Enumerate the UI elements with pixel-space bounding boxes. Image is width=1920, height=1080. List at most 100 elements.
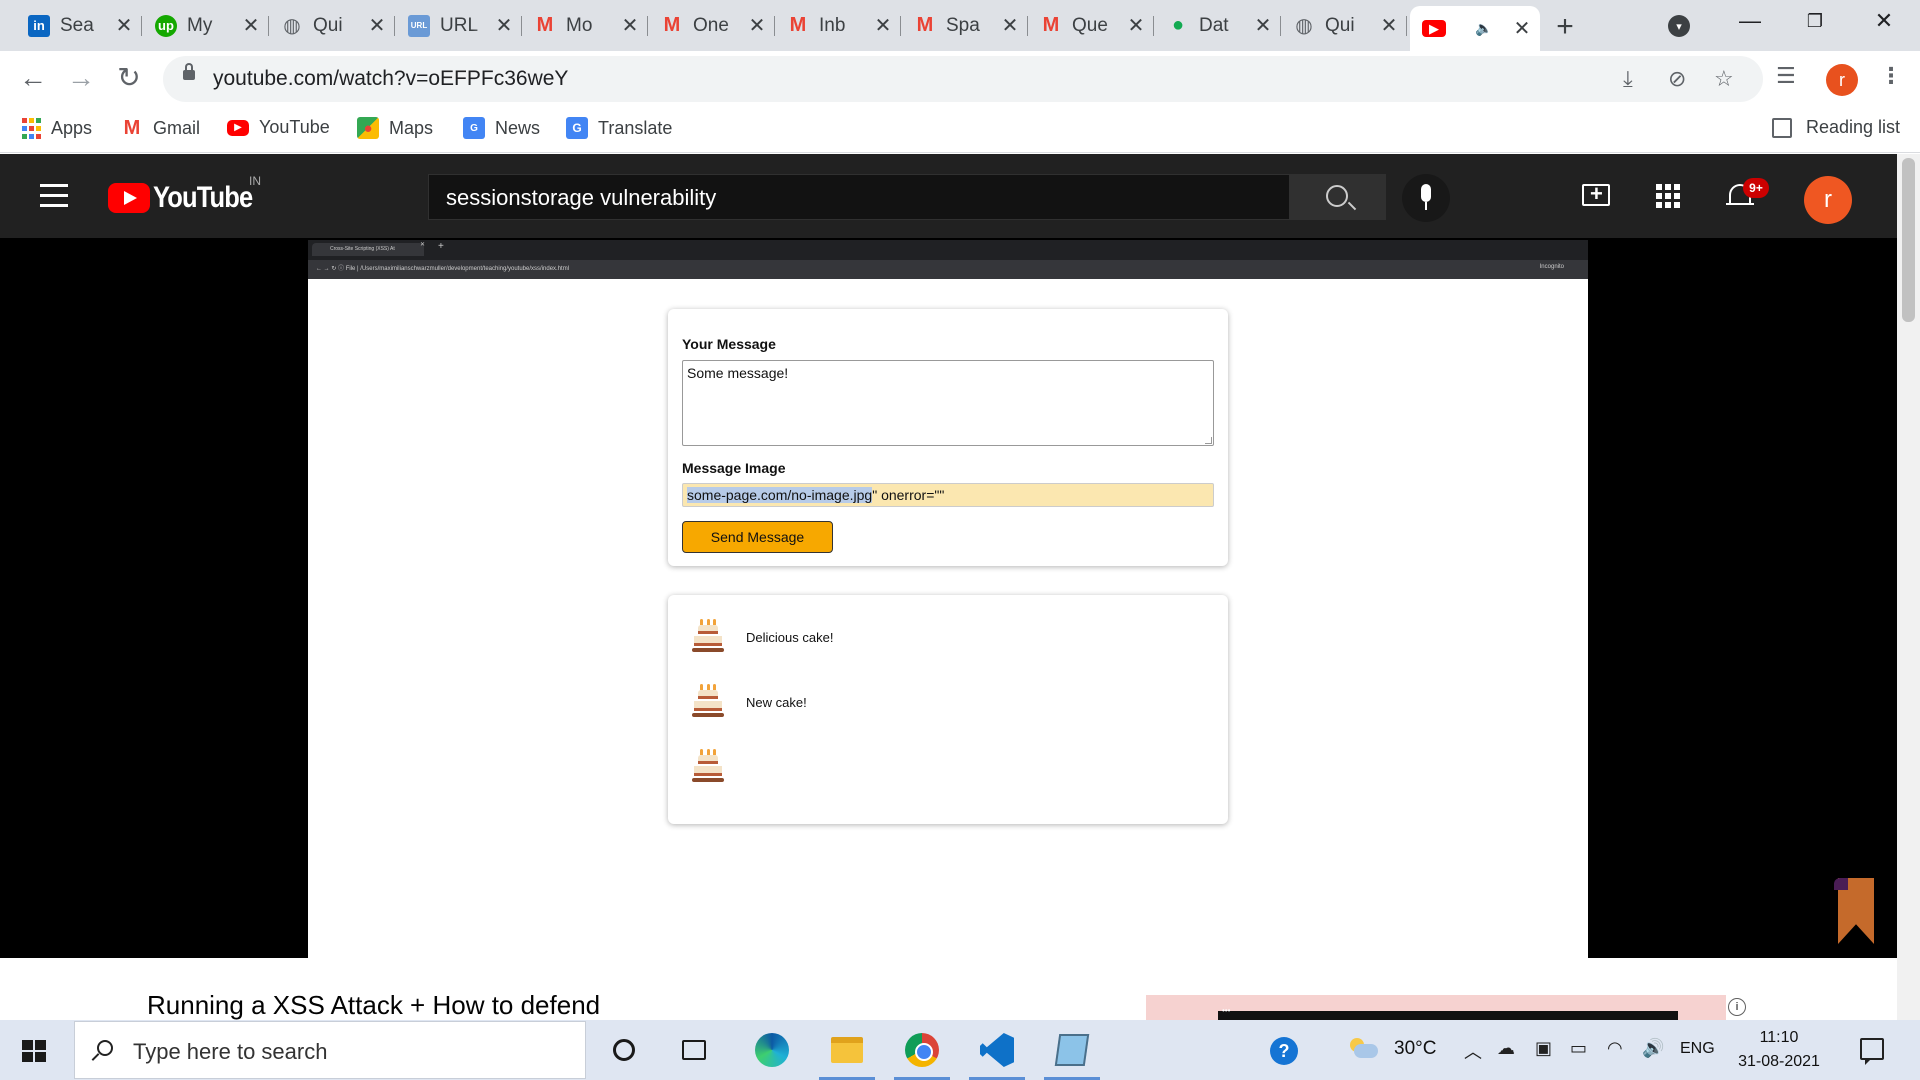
close-tab-icon[interactable]: ✕ [620, 13, 640, 38]
inner-address-bar: ← → ↻ ⓘ File | /Users/maximilianschwarzm… [308, 260, 1588, 279]
show-hidden-icons-icon[interactable]: ︿ [1464, 1038, 1482, 1064]
reading-list-label: Reading list [1806, 117, 1901, 137]
voice-search-icon[interactable] [1402, 174, 1450, 222]
tab-title: One [693, 14, 729, 36]
reload-button[interactable]: ↻ [112, 63, 146, 93]
close-tab-icon[interactable]: ✕ [1512, 16, 1532, 41]
profile-avatar[interactable]: r [1826, 64, 1858, 96]
info-icon[interactable]: i [1728, 998, 1746, 1016]
close-tab-icon[interactable]: ✕ [241, 13, 261, 38]
file-explorer-icon[interactable] [819, 1030, 875, 1080]
browser-tab[interactable]: URL URL ✕ [396, 8, 522, 43]
gmail-icon: M [663, 14, 681, 36]
bookmark-apps[interactable]: Apps [22, 117, 92, 139]
speaker-icon[interactable]: 🔈 [1456, 20, 1512, 37]
weather-icon[interactable] [1348, 1038, 1378, 1060]
scrollbar-thumb[interactable] [1902, 158, 1915, 322]
browser-tab[interactable]: in Sea ✕ [16, 8, 142, 43]
tab-title: Inb [819, 14, 846, 36]
message-item [692, 747, 1192, 787]
browser-tab[interactable]: M Que ✕ [1028, 8, 1154, 43]
close-tab-icon[interactable]: ✕ [114, 13, 134, 38]
taskbar-search-input[interactable]: Type here to search [74, 1021, 586, 1079]
recommended-video-thumbnail[interactable]: ••• [1146, 995, 1726, 1021]
vscode-icon[interactable] [969, 1030, 1025, 1080]
reading-list-button[interactable]: Reading list [1772, 117, 1900, 138]
bookmark-star-icon[interactable]: ☆ [1714, 66, 1734, 92]
send-message-button: Send Message [682, 521, 833, 553]
youtube-play-icon [108, 183, 150, 213]
minimize-icon[interactable]: — [1730, 8, 1770, 34]
media-control-icon[interactable]: ☰ [1776, 63, 1796, 89]
bookmark-label: YouTube [259, 117, 330, 137]
tracking-eye-icon[interactable]: ⊘ [1668, 66, 1686, 92]
meet-now-icon[interactable]: ▣ [1535, 1038, 1552, 1059]
action-center-icon[interactable] [1860, 1038, 1884, 1065]
restore-icon[interactable]: ❐ [1795, 11, 1835, 32]
browser-tab[interactable]: ● Dat ✕ [1155, 8, 1281, 43]
account-avatar[interactable]: r [1804, 176, 1852, 224]
cortana-icon[interactable] [604, 1030, 644, 1070]
address-bar[interactable]: youtube.com/watch?v=oEFPFc36weY ⤓ ⊘ ☆ [163, 56, 1763, 102]
close-tab-icon[interactable]: ✕ [747, 13, 767, 38]
search-query: sessionstorage vulnerability [446, 185, 717, 210]
tab-search-icon[interactable]: ▾ [1668, 15, 1690, 37]
browser-tab[interactable]: ◍ Qui ✕ [1281, 8, 1407, 43]
browser-tab[interactable]: ◍ Qui ✕ [269, 8, 395, 43]
upwork-icon: up [155, 14, 177, 37]
gmail-icon: M [123, 116, 141, 139]
browser-tab[interactable]: M Mo ✕ [522, 8, 648, 43]
notepad-icon[interactable] [1044, 1030, 1100, 1080]
close-tab-icon[interactable]: ✕ [1379, 13, 1399, 38]
language-indicator[interactable]: ENG [1680, 1040, 1715, 1058]
edge-icon[interactable] [752, 1030, 792, 1070]
task-view-icon[interactable] [674, 1030, 714, 1070]
back-button[interactable]: ← [16, 63, 50, 93]
youtube-apps-icon[interactable] [1656, 184, 1680, 208]
menu-icon[interactable] [40, 184, 68, 214]
close-tab-icon[interactable]: ✕ [1126, 13, 1146, 38]
search-icon [97, 1040, 113, 1056]
close-window-icon[interactable]: ✕ [1864, 8, 1904, 34]
help-icon[interactable]: ? [1270, 1037, 1298, 1065]
cake-icon [692, 619, 724, 655]
tab-youtube-active[interactable]: ▶ 🔈 ✕ [1410, 6, 1540, 51]
bookmark-maps[interactable]: ● Maps [357, 117, 433, 139]
bookmark-label: Apps [51, 117, 93, 138]
browser-tab[interactable]: M Inb ✕ [775, 8, 901, 43]
close-tab-icon[interactable]: ✕ [1000, 13, 1020, 38]
browser-tab[interactable]: M Spa ✕ [902, 8, 1028, 43]
onedrive-cloud-icon[interactable]: ☁ [1497, 1038, 1515, 1059]
clock[interactable]: 11:10 31-08-2021 [1732, 1026, 1826, 1074]
bookmark-translate[interactable]: G Translate [566, 117, 672, 139]
browser-tab[interactable]: M One ✕ [649, 8, 775, 43]
battery-icon[interactable]: ▭ [1570, 1038, 1587, 1059]
windows-start-icon[interactable] [22, 1040, 46, 1062]
channel-watermark-icon[interactable] [1834, 878, 1874, 944]
page-scrollbar[interactable] [1897, 154, 1920, 1020]
image-url-selected: some-page.com/no-image.jpg [687, 487, 873, 503]
bookmark-gmail[interactable]: M Gmail [121, 117, 200, 139]
temperature[interactable]: 30°C [1394, 1038, 1436, 1060]
create-video-icon[interactable] [1582, 181, 1610, 207]
chrome-menu-icon[interactable]: ⋮ [1880, 63, 1902, 89]
bookmark-news[interactable]: G News [463, 117, 540, 139]
close-tab-icon[interactable]: ✕ [367, 13, 387, 38]
video-player[interactable]: Cross-Site Scripting (XSS) At ✕ + ← → ↻ … [0, 238, 1897, 958]
forward-button[interactable]: → [64, 63, 98, 93]
wifi-icon[interactable]: ◠ [1607, 1038, 1623, 1059]
volume-icon[interactable]: 🔊 [1642, 1038, 1664, 1059]
browser-tab-strip: in Sea ✕ up My ✕ ◍ Qui ✕ URL URL ✕ M Mo ✕ M One ✕ M Inb ✕ M Sp… [0, 0, 1920, 51]
bookmark-youtube[interactable]: ▶ YouTube [227, 117, 330, 138]
lock-icon[interactable] [183, 63, 195, 80]
close-tab-icon[interactable]: ✕ [1253, 13, 1273, 38]
close-tab-icon[interactable]: ✕ [873, 13, 893, 38]
install-app-icon[interactable]: ⤓ [1623, 66, 1633, 92]
chrome-icon[interactable] [894, 1030, 950, 1080]
new-tab-button[interactable]: + [1550, 10, 1580, 44]
youtube-logo[interactable]: YouTube [108, 181, 270, 215]
search-input[interactable]: sessionstorage vulnerability [428, 174, 1290, 220]
close-tab-icon[interactable]: ✕ [494, 13, 514, 38]
browser-tab[interactable]: up My ✕ [143, 8, 269, 43]
search-button[interactable] [1290, 174, 1386, 220]
